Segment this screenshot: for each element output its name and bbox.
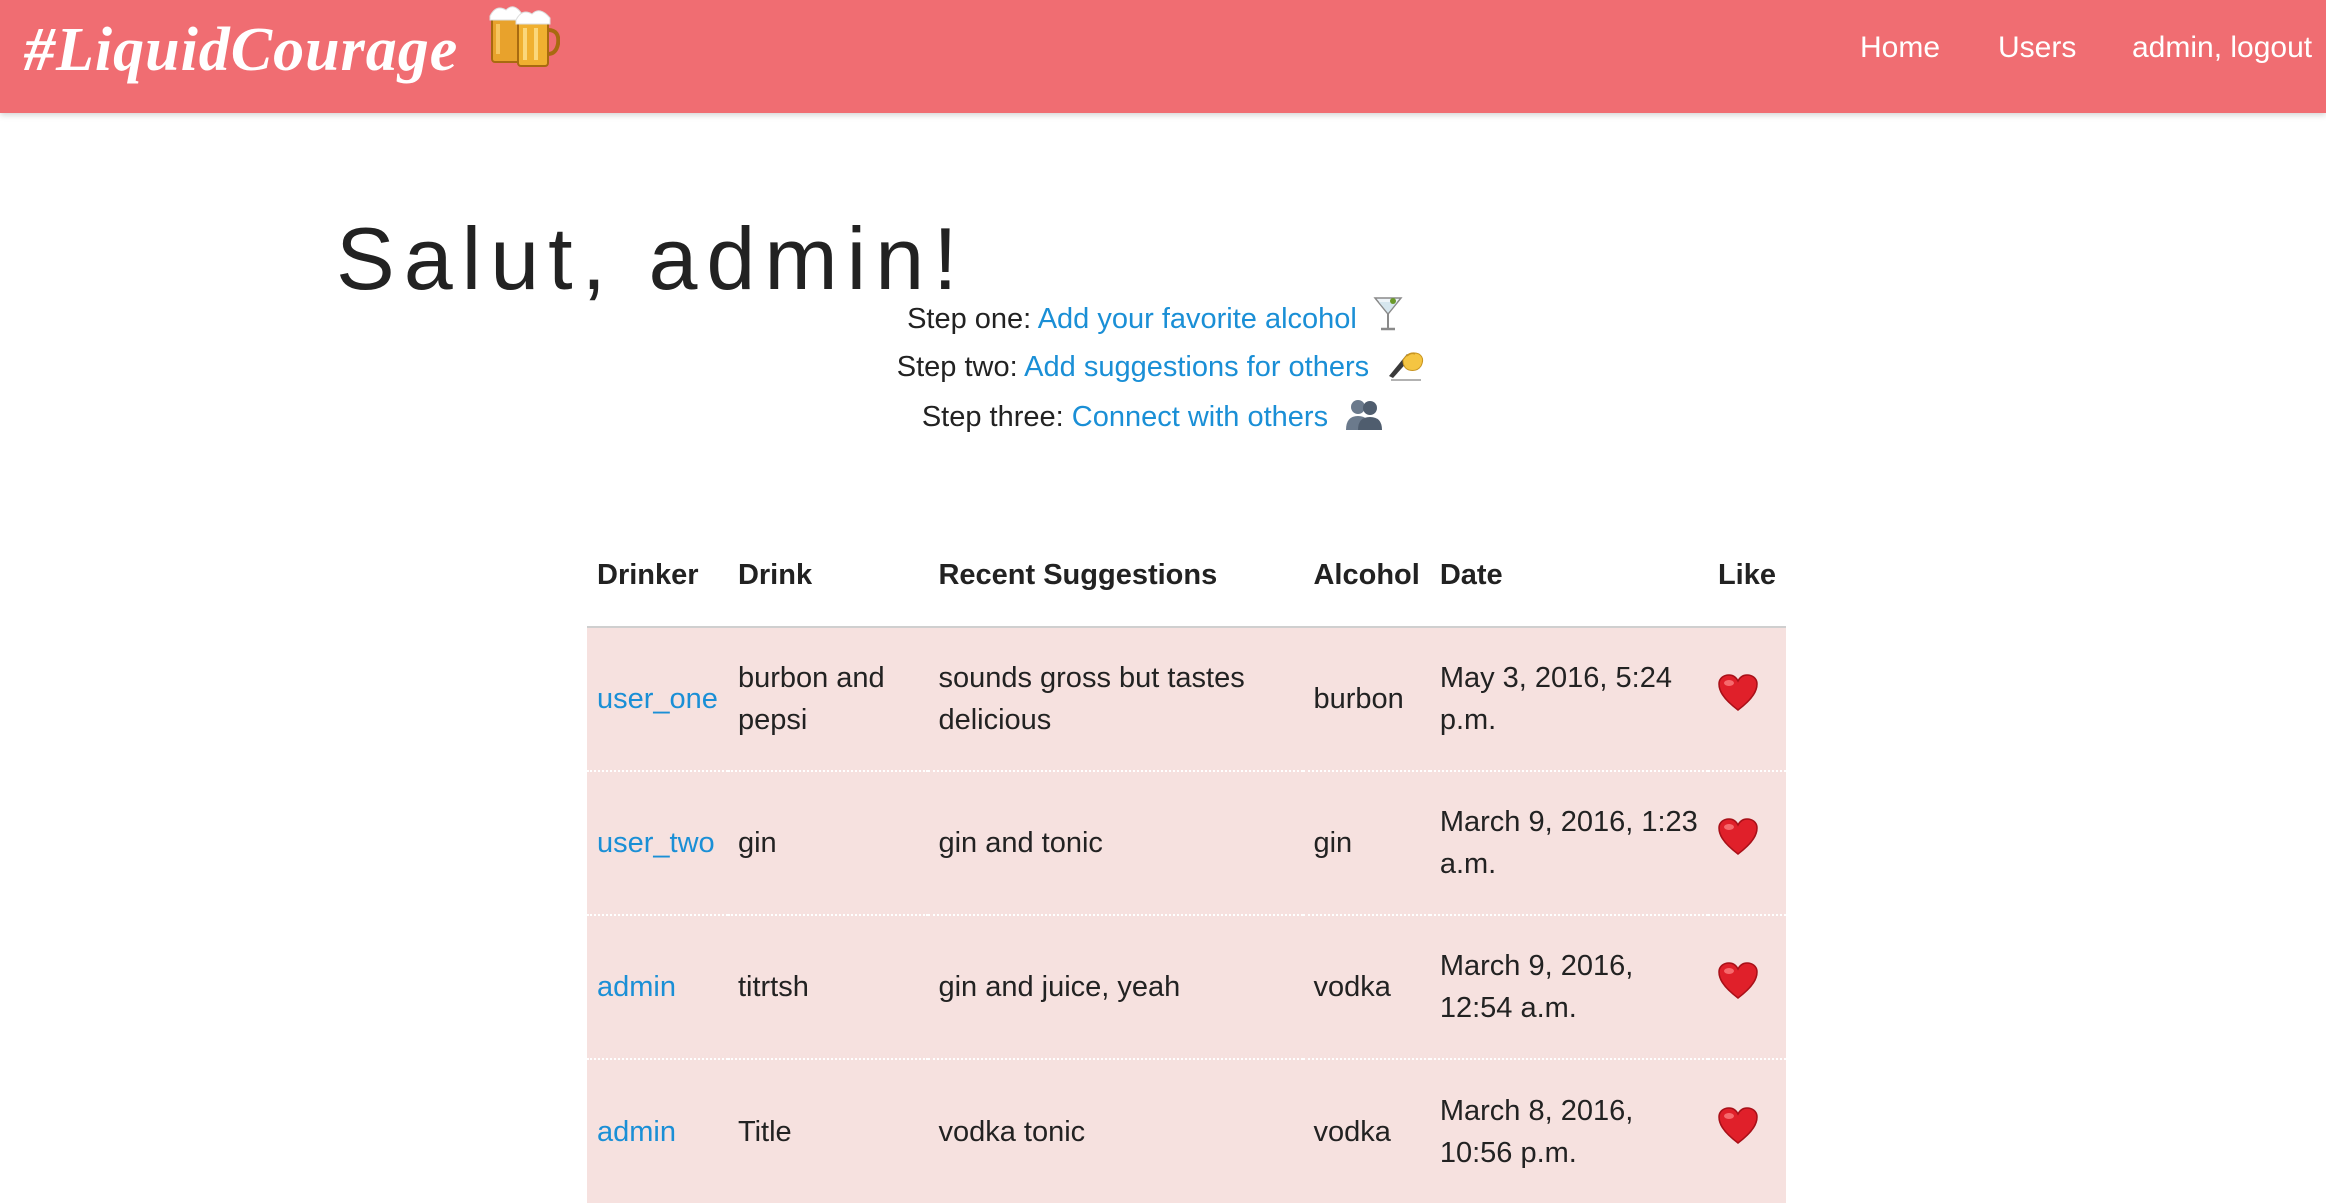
alcohol-cell: gin [1303, 770, 1430, 915]
heart-icon[interactable] [1718, 1106, 1758, 1145]
suggestion-cell: vodka tonic [928, 1058, 1304, 1203]
suggestion-cell: sounds gross but tastes delicious [938, 662, 1245, 736]
drink-cell: titrtsh [727, 914, 929, 1059]
table-row: user_two gin gin and tonic gin March 9, … [587, 770, 1786, 915]
drinker-link[interactable]: user_two [587, 770, 728, 915]
date-cell: March 9, 2016, 1:23 a.m. [1429, 770, 1708, 915]
heart-icon[interactable] [1718, 818, 1758, 856]
like-cell [1707, 1058, 1786, 1203]
nav-logout-link[interactable]: admin, logout [2132, 30, 2312, 66]
writing-hand-icon [1385, 346, 1425, 391]
drinker-link[interactable]: user_one [587, 627, 728, 771]
table-row: admin Title vodka tonic vodka March 8, 2… [587, 1058, 1786, 1203]
header-like: Like [1707, 540, 1786, 628]
alcohol-cell: burbon [1313, 683, 1404, 715]
step-two-label: Step two: [896, 351, 1018, 383]
drink-cell: Title [727, 1058, 929, 1203]
busts-icon [1344, 398, 1384, 441]
header-drinker: Drinker [587, 540, 728, 628]
drink-cell: burbon and pepsi [737, 662, 885, 736]
nav-home-link[interactable]: Home [1860, 30, 1940, 66]
brand-logo[interactable]: #LiquidCourage [24, 10, 458, 90]
beer-mugs-icon [488, 0, 561, 70]
add-suggestions-link[interactable]: Add suggestions for others [1024, 351, 1369, 383]
connect-others-link[interactable]: Connect with others [1072, 401, 1328, 433]
alcohol-cell: vodka [1303, 1058, 1430, 1203]
nav-users-link[interactable]: Users [1998, 30, 2076, 66]
date-cell: March 9, 2016, 12:54 a.m. [1429, 914, 1708, 1059]
header-date: Date [1429, 540, 1708, 628]
suggestion-cell: gin and juice, yeah [928, 914, 1304, 1059]
step-three: Step three: Connect with others [0, 398, 2316, 441]
table-row: admin titrtsh gin and juice, yeah vodka … [587, 914, 1786, 1059]
drinker-link[interactable]: admin [587, 914, 728, 1059]
add-alcohol-link[interactable]: Add your favorite alcohol [1038, 303, 1357, 335]
drinker-link[interactable]: admin [587, 1058, 728, 1203]
date-cell: May 3, 2016, 5:24 p.m. [1439, 662, 1672, 736]
suggestion-cell: gin and tonic [928, 770, 1304, 915]
step-one-label: Step one: [907, 303, 1032, 335]
step-one: Step one: Add your favorite alcohol [0, 294, 2318, 343]
heart-icon[interactable] [1718, 962, 1758, 1000]
step-two: Step two: Add suggestions for others [0, 346, 2324, 391]
date-cell: March 8, 2016, 10:56 p.m. [1429, 1058, 1708, 1203]
drink-cell: gin [727, 770, 929, 915]
header-recent-suggestions: Recent Suggestions [928, 540, 1304, 628]
header-drink: Drink [727, 540, 929, 628]
navbar: #LiquidCourage Home Users admin, logout [0, 0, 2326, 113]
heart-icon[interactable] [1718, 674, 1758, 712]
like-cell [1707, 770, 1786, 915]
alcohol-cell: vodka [1303, 914, 1430, 1059]
like-cell [1708, 627, 1786, 771]
table-row: user_one burbon and pepsi sounds gross b… [587, 627, 1786, 771]
cocktail-glass-icon [1373, 294, 1403, 343]
header-alcohol: Alcohol [1303, 540, 1430, 628]
suggestions-table: Drinker Drink Recent Suggestions Alcohol… [587, 540, 1786, 1203]
step-three-label: Step three: [921, 401, 1064, 433]
like-cell [1707, 914, 1786, 1059]
table-header-row: Drinker Drink Recent Suggestions Alcohol… [587, 540, 1786, 628]
